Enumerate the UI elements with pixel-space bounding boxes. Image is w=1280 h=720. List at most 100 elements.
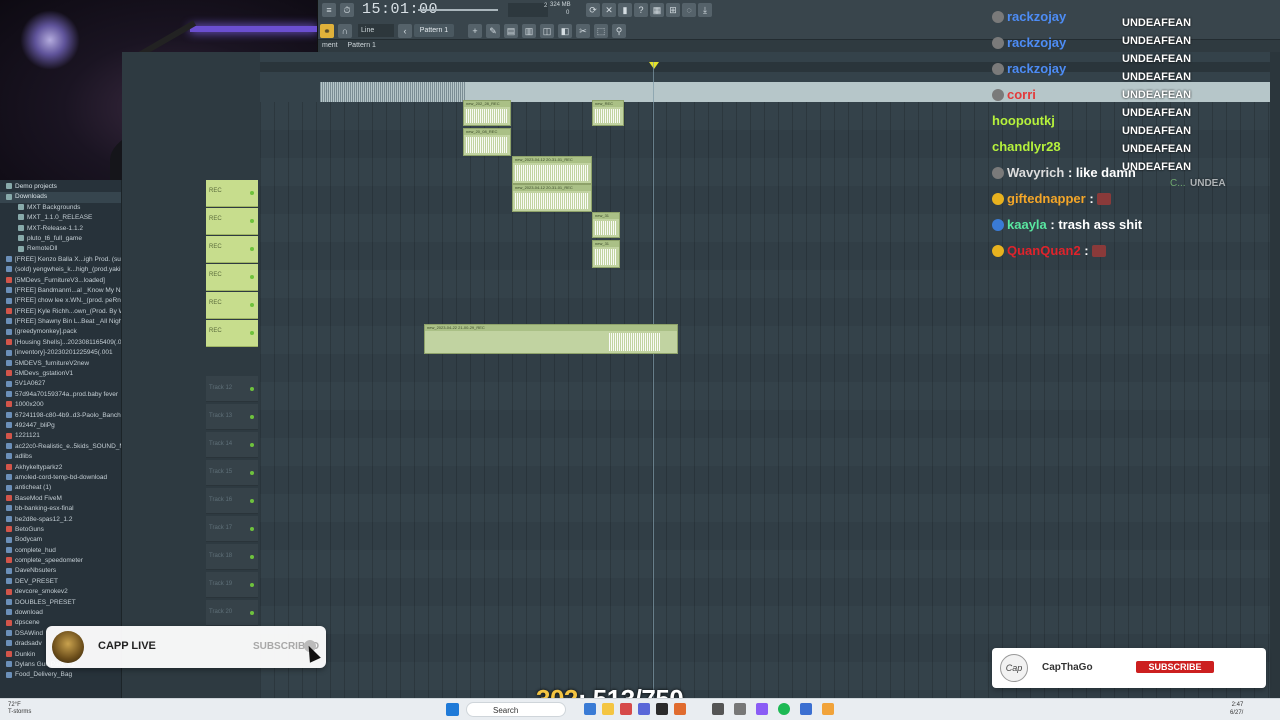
channel-rack-icon[interactable]: ▮ — [618, 3, 632, 17]
track-header-recording[interactable]: REC — [206, 208, 258, 235]
browser-folder-item[interactable]: pluto_t6_full_game — [0, 234, 121, 244]
slice-tool-icon[interactable]: ✂ — [576, 24, 590, 38]
browser-file-item[interactable]: (sold) yengwheis_k...high_(prod.yakira) — [0, 265, 121, 275]
help-icon[interactable]: ? — [634, 3, 648, 17]
browser-file-item[interactable]: [inventory]-20230201225945(.001 — [0, 348, 121, 358]
browser-file-item[interactable]: Bodycam — [0, 535, 121, 545]
arrow-left-icon[interactable]: ‹ — [398, 24, 412, 38]
file-explorer-icon[interactable] — [602, 703, 614, 715]
fl-studio-icon[interactable] — [674, 703, 686, 715]
snap-dropdown[interactable]: Line — [358, 24, 394, 37]
subscribe-button[interactable]: SUBSCRIBE — [1136, 661, 1214, 673]
browser-file-item[interactable]: [Housing Shells]...2023081165409(.001 — [0, 338, 121, 348]
system-clock[interactable]: 2:47 6/27/ — [1230, 701, 1243, 717]
app-icon-2[interactable] — [734, 703, 746, 715]
track-header[interactable]: Track 18 — [206, 544, 258, 570]
mixer-icon[interactable]: ✕ — [602, 3, 616, 17]
track-led-icon[interactable] — [250, 471, 254, 475]
browser-file-item[interactable]: 5MDevs_gstationV1 — [0, 369, 121, 379]
browser-file-item[interactable]: 1000x200 — [0, 400, 121, 410]
track-header-recording[interactable]: REC — [206, 236, 258, 263]
track-led-icon[interactable] — [250, 303, 254, 307]
browser-file-item[interactable]: [greedymonkey].pack — [0, 327, 121, 337]
browser-file-item[interactable]: complete_speedometer — [0, 556, 121, 566]
browser-file-item[interactable]: [FREE] Kyle Richh...own_(Prod. By War) — [0, 307, 121, 317]
browser-file-item[interactable]: BaseMod FiveM — [0, 494, 121, 504]
chat-username[interactable]: kaayla — [1007, 217, 1047, 232]
magnet-icon[interactable]: ∩ — [338, 24, 352, 38]
browser-file-item[interactable]: be2d8e-spas12_1.2 — [0, 515, 121, 525]
track-led-icon[interactable] — [250, 331, 254, 335]
chat-username[interactable]: chandlyr28 — [992, 139, 1061, 154]
browser-file-item[interactable]: complete_hud — [0, 546, 121, 556]
audio-clip[interactable]: new_REC — [592, 100, 624, 126]
browser-file-item[interactable]: DOUBLES_PRESET — [0, 598, 121, 608]
track-header[interactable]: Track 12 — [206, 376, 258, 402]
chat-username[interactable]: rackzojay — [1007, 35, 1066, 50]
audio-clip[interactable]: new_20_08_REC — [463, 128, 511, 156]
taskbar-search[interactable]: Search — [466, 702, 566, 717]
tempo-icon[interactable]: ⏱ — [340, 3, 354, 17]
browser-file-item[interactable]: [FREE] chow lee x.WN._(prod. peRnd) — [0, 296, 121, 306]
spotify-icon[interactable] — [778, 703, 790, 715]
steam-icon[interactable] — [800, 703, 812, 715]
browser-folder-item[interactable]: MXT_1.1.0_RELEASE — [0, 213, 121, 223]
select-tool-icon[interactable]: ⬚ — [594, 24, 608, 38]
link-icon[interactable]: ⚭ — [320, 24, 334, 38]
add-pattern-icon[interactable]: + — [468, 24, 482, 38]
chat-username[interactable]: Wavyrich — [1007, 165, 1064, 180]
browser-file-item[interactable]: ac22c0-Realistic_e..5kids_SOUND_MOD — [0, 442, 121, 452]
track-header-recording[interactable]: REC — [206, 292, 258, 319]
browser-file-item[interactable]: anticheat (1) — [0, 483, 121, 493]
browser-file-item[interactable]: Food_Delivery_Bag — [0, 670, 121, 680]
browser-file-item[interactable]: download — [0, 608, 121, 618]
track-led-icon[interactable] — [250, 247, 254, 251]
piano-roll-icon[interactable]: ▦ — [650, 3, 664, 17]
browser-file-item[interactable]: 67241198-c80-4b9..d3-Paolo_Banchero — [0, 411, 121, 421]
track-header-recording[interactable]: REC — [206, 264, 258, 291]
browser-file-item[interactable]: DaveNbsuters — [0, 566, 121, 576]
chat-username[interactable]: corri — [1007, 87, 1036, 102]
browser-file-item[interactable]: [FREE] Bandmanrri...al _Know My Name — [0, 286, 121, 296]
tab-arrangement[interactable]: ment — [322, 42, 338, 49]
paint-tool-icon[interactable]: ▤ — [504, 24, 518, 38]
track-header[interactable]: Track 13 — [206, 404, 258, 430]
browser-file-item[interactable]: 57d94a70159374a..prod.baby fever — [0, 390, 121, 400]
browser-folder-item[interactable]: Downloads — [0, 192, 121, 203]
track-led-icon[interactable] — [250, 583, 254, 587]
track-led-icon[interactable] — [250, 191, 254, 195]
track-led-icon[interactable] — [250, 443, 254, 447]
slip-tool-icon[interactable]: ◧ — [558, 24, 572, 38]
playlist-icon[interactable]: ⟳ — [586, 3, 600, 17]
browser-file-item[interactable]: adlibs — [0, 452, 121, 462]
track-header[interactable]: Track 15 — [206, 460, 258, 486]
chat-username[interactable]: QuanQuan2 — [1007, 243, 1081, 258]
weather-widget[interactable]: 72°F T-storms — [8, 702, 31, 716]
track-header[interactable]: Track 16 — [206, 488, 258, 514]
track-header[interactable]: Track 19 — [206, 572, 258, 598]
windows-start-icon[interactable] — [446, 703, 459, 716]
audio-clip[interactable]: new_2023-04-12 20-31-01_REC — [512, 184, 592, 212]
track-led-icon[interactable] — [250, 499, 254, 503]
edge-icon[interactable] — [584, 703, 596, 715]
discord-icon[interactable] — [638, 703, 650, 715]
browser-file-item[interactable]: BetoGuns — [0, 525, 121, 535]
track-led-icon[interactable] — [250, 415, 254, 419]
browser-folder-item[interactable]: Demo projects — [0, 182, 121, 192]
browser-folder-item[interactable]: RemoteDll — [0, 244, 121, 254]
delete-tool-icon[interactable]: ▥ — [522, 24, 536, 38]
volume-slider[interactable] — [418, 9, 498, 11]
browser-file-item[interactable]: 5V1A0627 — [0, 379, 121, 389]
browser-folder-item[interactable]: MXT-Release-1.1.2 — [0, 224, 121, 234]
twitch-icon[interactable] — [756, 703, 768, 715]
browser-file-item[interactable]: 1221121 — [0, 431, 121, 441]
browser-file-item[interactable]: devcore_smokev2 — [0, 587, 121, 597]
browser-file-item[interactable]: [5MDevs_FurnitureV3...loaded] — [0, 276, 121, 286]
chrome-icon[interactable] — [620, 703, 632, 715]
track-led-icon[interactable] — [250, 219, 254, 223]
chat-username[interactable]: rackzojay — [1007, 9, 1066, 24]
track-header[interactable]: Track 20 — [206, 600, 258, 626]
obs-icon[interactable] — [656, 703, 668, 715]
draw-tool-icon[interactable]: ✎ — [486, 24, 500, 38]
track-led-icon[interactable] — [250, 387, 254, 391]
